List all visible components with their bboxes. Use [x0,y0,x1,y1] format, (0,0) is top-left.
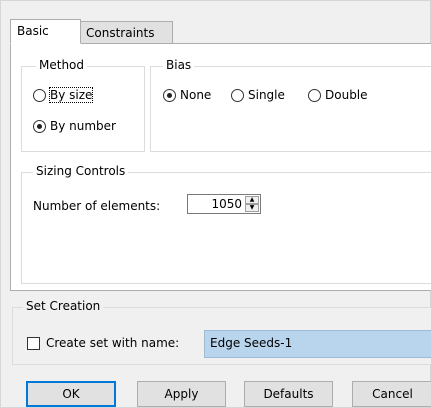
number-of-elements-value[interactable]: 1050 [211,197,242,211]
bias-single-option[interactable]: Single [231,88,285,102]
create-set-checkbox[interactable] [27,337,40,350]
bias-none-option[interactable]: None [163,88,211,102]
apply-button[interactable]: Apply [137,381,226,407]
set-creation-legend: Set Creation [23,299,104,313]
sizing-controls-legend: Sizing Controls [33,164,129,178]
tab-basic[interactable]: Basic [10,19,81,44]
double-label: Double [325,88,368,102]
by-number-label: By number [50,119,116,133]
method-legend: Method [36,58,88,72]
number-of-elements-spinner[interactable]: 1050 ▲ ▼ [187,194,261,214]
by-size-label: By size [48,87,94,103]
method-group [21,66,145,152]
basic-tab-panel: Method By size By number Bias None Singl… [10,43,431,291]
tab-constraints[interactable]: Constraints [79,21,173,44]
bias-legend: Bias [163,58,195,72]
tab-basic-label: Basic [17,24,49,38]
single-label: Single [248,88,285,102]
spinner-up-icon[interactable]: ▲ [245,196,259,204]
sizing-controls-group [21,172,431,284]
set-name-input[interactable]: Edge Seeds-1 [204,330,431,358]
create-set-label[interactable]: Create set with name: [46,336,179,350]
by-size-radio[interactable] [33,88,46,102]
method-by-size-option[interactable]: By size [33,87,94,103]
none-label: None [180,88,212,102]
double-radio[interactable] [308,88,321,102]
bias-double-option[interactable]: Double [308,88,368,102]
defaults-button[interactable]: Defaults [244,381,333,407]
by-number-radio[interactable] [33,119,46,133]
cancel-button[interactable]: Cancel [352,381,431,407]
none-radio[interactable] [163,88,176,102]
single-radio[interactable] [231,88,244,102]
bias-group [150,66,431,152]
edge-seeds-dialog: Basic Constraints Method By size By numb… [0,0,431,408]
ok-button[interactable]: OK [26,381,116,407]
tab-constraints-label: Constraints [86,26,155,40]
spinner-down-icon[interactable]: ▼ [245,204,259,212]
method-by-number-option[interactable]: By number [33,119,116,133]
number-of-elements-label: Number of elements: [33,199,161,213]
